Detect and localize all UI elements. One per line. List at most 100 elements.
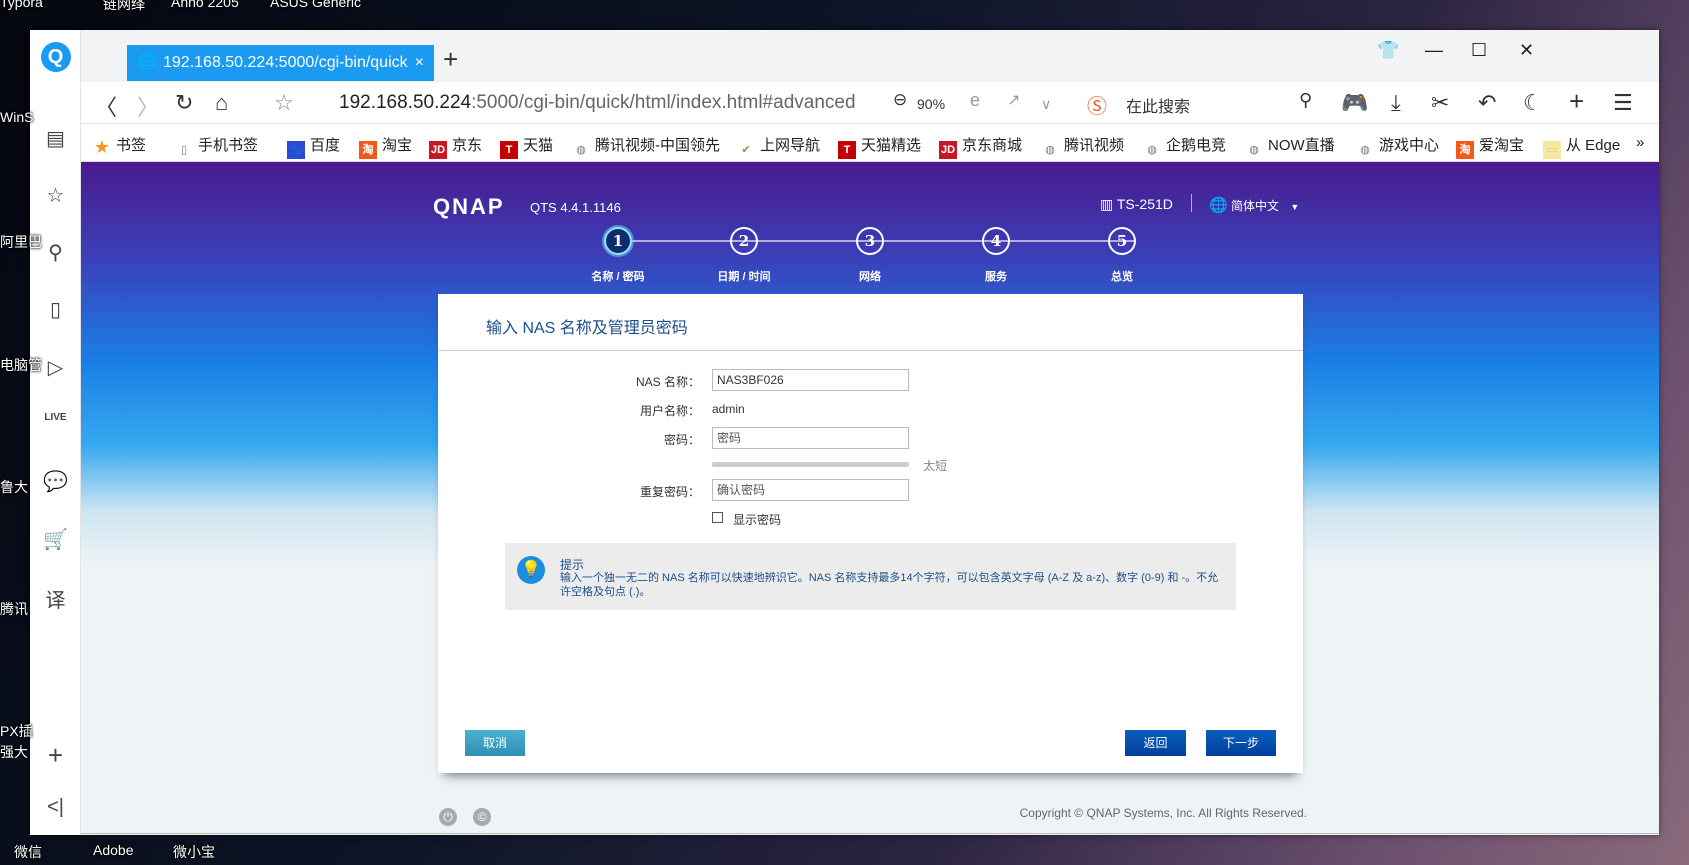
step-1: 1 bbox=[604, 227, 632, 255]
repeat-password-input[interactable] bbox=[712, 479, 909, 501]
step-2: 2 bbox=[730, 227, 758, 255]
step-label: 服务 bbox=[985, 271, 1007, 283]
minimize-button[interactable]: — bbox=[1425, 40, 1443, 61]
close-window-button[interactable]: ✕ bbox=[1519, 40, 1534, 61]
username-label: 用户名称： bbox=[639, 404, 700, 418]
language-selector[interactable]: 🌐 简体中文 ▼ bbox=[1209, 196, 1299, 214]
bookmark-item[interactable]: ◍ 腾讯视频-中国领先 bbox=[572, 134, 720, 159]
step-label: 日期 / 时间 bbox=[717, 271, 771, 283]
home-icon[interactable]: ⌂ bbox=[215, 90, 228, 116]
chat-icon[interactable]: 💬 bbox=[30, 469, 81, 494]
desktop-icon-label[interactable]: WinS bbox=[0, 109, 33, 125]
desktop-icon-label[interactable]: 微信 bbox=[14, 842, 42, 862]
password-input[interactable] bbox=[712, 427, 909, 449]
password-strength-text: 太短 bbox=[923, 459, 948, 473]
search-go-icon[interactable]: ⚲ bbox=[1299, 90, 1312, 111]
bookmark-item[interactable]: ★ 书签 bbox=[93, 134, 146, 156]
zoom-icon[interactable]: ⊖ bbox=[893, 90, 907, 110]
divider bbox=[81, 833, 1659, 834]
tab-title: 192.168.50.224:5000/cgi-bin/quick bbox=[163, 54, 408, 71]
bookmark-item[interactable]: 🐾 百度 bbox=[287, 134, 340, 159]
bookmark-item[interactable]: ▭ 从 Edge bbox=[1543, 134, 1623, 159]
back-icon[interactable]: 〈 bbox=[95, 90, 117, 122]
tab-active[interactable]: 🌐 192.168.50.224:5000/cgi-bin/quick × bbox=[127, 45, 434, 81]
tab-close-button[interactable]: × bbox=[410, 45, 424, 81]
bookmark-item[interactable]: JD 京东 bbox=[429, 134, 482, 159]
bookmark-item[interactable]: ◍ 游戏中心 bbox=[1356, 134, 1439, 159]
maximize-button[interactable]: ☐ bbox=[1471, 40, 1487, 61]
next-button[interactable]: 下一步 bbox=[1206, 730, 1276, 756]
power-icon[interactable]: ⏻ bbox=[439, 808, 457, 826]
back-button[interactable]: 返回 bbox=[1125, 730, 1186, 756]
desktop-icon-label[interactable]: 阿里巴 bbox=[0, 232, 42, 252]
password-label: 密码： bbox=[663, 433, 700, 447]
bookmark-item[interactable]: ◍ NOW直播 bbox=[1245, 134, 1334, 159]
reload-icon[interactable]: ↻ bbox=[175, 90, 193, 116]
setup-panel: 输入 NAS 名称及管理员密码 NAS 名称： 用户名称： admin 密码： … bbox=[438, 294, 1303, 773]
sogou-icon[interactable]: Ⓢ bbox=[1087, 90, 1107, 119]
forward-icon[interactable]: 〉 bbox=[137, 90, 159, 122]
desktop-icon-label[interactable]: Anno 2205 bbox=[171, 0, 239, 10]
desktop-icon-label[interactable]: ASUS Generic bbox=[270, 0, 361, 10]
star-icon[interactable]: ☆ bbox=[30, 183, 81, 208]
show-password-checkbox[interactable] bbox=[712, 512, 723, 523]
bookmark-item[interactable]: ◍ 腾讯视频 bbox=[1041, 134, 1124, 159]
desktop-icon-label[interactable]: Adobe bbox=[93, 842, 133, 858]
new-tab-button[interactable]: + bbox=[443, 44, 458, 75]
desktop-icon-label[interactable]: 强大 bbox=[0, 742, 28, 762]
globe-icon: 🌐 bbox=[137, 54, 157, 71]
book-icon[interactable]: ▯ bbox=[30, 297, 81, 322]
browser-logo-icon[interactable]: Q bbox=[30, 42, 81, 72]
collapse-icon[interactable]: <| bbox=[30, 796, 81, 819]
bookmarks-bar: ★ 书签 ▯ 手机书签 🐾 百度 淘淘宝 JD 京东 T 天猫 ◍ 腾讯视频-中国领先 ✔ 上… bbox=[81, 124, 1659, 162]
bookmark-item[interactable]: JD 京东商城 bbox=[939, 134, 1022, 159]
desktop-icon-label[interactable]: 电脑管 bbox=[0, 355, 42, 375]
translate-icon[interactable]: 译 bbox=[30, 584, 81, 613]
desktop-icon-label[interactable]: 链网绎 bbox=[103, 0, 145, 14]
qnap-logo: QNAP bbox=[433, 194, 505, 219]
desktop-icon-label[interactable]: Typora bbox=[0, 0, 43, 10]
bookmark-item[interactable]: ✔ 上网导航 bbox=[737, 134, 820, 159]
night-mode-icon[interactable]: ☾ bbox=[1523, 90, 1543, 116]
bookmark-item[interactable]: ◍ 企鹅电竞 bbox=[1143, 134, 1226, 159]
skin-icon[interactable]: 👕 bbox=[1377, 40, 1399, 61]
share-icon[interactable]: ↗ bbox=[1007, 90, 1020, 110]
url-path: :5000/cgi-bin/quick/html/index.html#adva… bbox=[471, 92, 856, 113]
download-icon[interactable]: ⤓ bbox=[1391, 90, 1401, 116]
ie-icon[interactable]: e bbox=[970, 90, 980, 111]
show-password-label[interactable]: 显示密码 bbox=[733, 511, 781, 528]
bookmark-star-icon[interactable]: ☆ bbox=[274, 90, 294, 116]
copyright-icon[interactable]: © bbox=[473, 808, 491, 826]
menu-icon[interactable]: ☰ bbox=[1613, 90, 1633, 116]
desktop-icon-label[interactable]: 腾讯 bbox=[0, 599, 28, 619]
game-icon[interactable]: 🎮 bbox=[1341, 90, 1368, 116]
dropdown-icon[interactable]: ∨ bbox=[1041, 96, 1051, 113]
desktop-icon-label[interactable]: 微小宝 bbox=[173, 842, 215, 862]
add-icon[interactable]: + bbox=[30, 740, 81, 771]
url-input[interactable]: 192.168.50.224:5000/cgi-bin/quick/html/i… bbox=[339, 92, 856, 114]
step-label: 名称 / 密码 bbox=[591, 271, 645, 283]
panel-title: 输入 NAS 名称及管理员密码 bbox=[486, 320, 688, 337]
step-4: 4 bbox=[982, 227, 1010, 255]
add-icon[interactable]: + bbox=[1569, 86, 1584, 117]
bookmarks-more-button[interactable]: » bbox=[1636, 134, 1644, 151]
bookmark-item[interactable]: T 天猫 bbox=[500, 134, 553, 159]
password-strength-bar bbox=[712, 462, 909, 467]
bookmark-item[interactable]: 淘淘宝 bbox=[359, 134, 412, 159]
desktop-icon-label[interactable]: 鲁大 bbox=[0, 477, 28, 497]
bookmark-item[interactable]: T 天猫精选 bbox=[838, 134, 921, 159]
nas-name-input[interactable] bbox=[712, 369, 909, 391]
search-input[interactable]: 在此搜索 bbox=[1126, 93, 1190, 117]
zoom-level[interactable]: 90% bbox=[917, 96, 945, 112]
cancel-button[interactable]: 取消 bbox=[465, 730, 525, 756]
news-icon[interactable]: ▤ bbox=[30, 126, 81, 151]
desktop-icon-label[interactable]: PX插 bbox=[0, 721, 33, 741]
live-icon[interactable]: LIVE bbox=[30, 412, 81, 423]
cart-icon[interactable]: 🛒 bbox=[30, 527, 81, 552]
scissors-icon[interactable]: ✂ bbox=[1431, 90, 1449, 116]
undo-icon[interactable]: ↶ bbox=[1478, 90, 1496, 116]
step-connector bbox=[632, 240, 1136, 242]
qnap-setup-page: QNAP QTS 4.4.1.1146 ▥ TS-251D 🌐 简体中文 ▼ 1… bbox=[81, 162, 1659, 835]
bookmark-item[interactable]: ▯ 手机书签 bbox=[175, 134, 258, 159]
bookmark-item[interactable]: 淘爱淘宝 bbox=[1456, 134, 1524, 159]
